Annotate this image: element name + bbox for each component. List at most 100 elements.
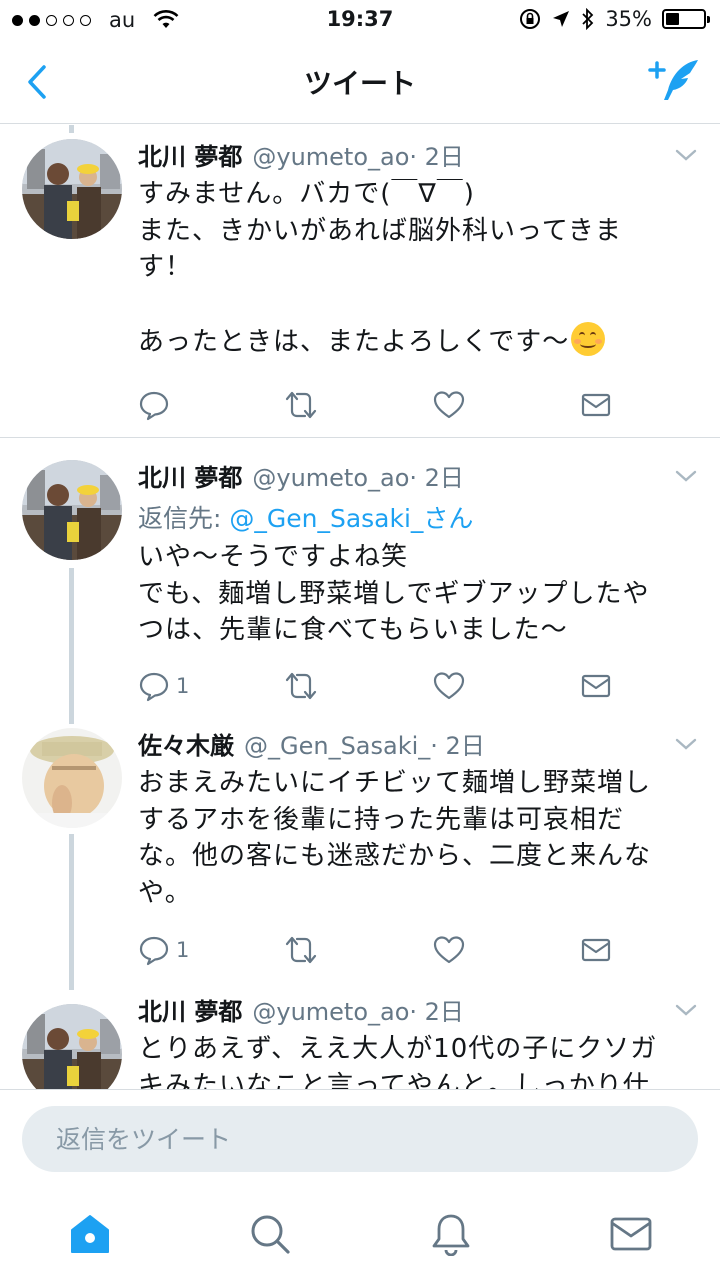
battery-percent: 35% [605,7,652,31]
retweet-button[interactable] [283,387,319,423]
user-handle[interactable]: @yumeto_ao [252,998,409,1026]
home-icon[interactable] [68,1212,112,1256]
tweet-content: 北川 夢都 @yumeto_ao · 2日 とりあえず、ええ大人が10代の子にク… [138,992,700,1089]
messages-icon[interactable] [609,1212,653,1256]
tab-bar [0,1190,720,1280]
retweet-icon [285,936,317,964]
retweet-button[interactable] [283,668,319,704]
tweet-line [138,286,700,323]
reply-button[interactable]: 1 [138,668,189,704]
reply-icon [139,391,169,421]
tweet-content: 北川 夢都 @yumeto_ao · 2日 すみません。バカで(￣∇￣) また、… [138,137,700,361]
reply-icon [139,672,169,702]
search-icon[interactable] [248,1212,292,1256]
tweet-line: するアホを後輩に持った先輩は可哀相だ [138,804,625,835]
tweet-time[interactable]: · 2日 [430,726,485,761]
tweet-time[interactable]: · 2日 [409,458,464,493]
location-arrow-icon [553,11,570,27]
user-handle[interactable]: @_Gen_Sasaki_ [244,732,430,760]
tweet-content: 佐々木厳 @_Gen_Sasaki_ · 2日 おまえみたいにイチビッて麺増し野… [138,726,700,911]
thread-line [69,125,74,133]
tweet-line-text: あったときは、またよろしくです〜 [138,327,570,357]
tweet-text: とりあえず、ええ大人が10代の子にクソガ キみたいなこと言ってやんと。しっかり仕 [138,1031,700,1089]
tweet-header: 北川 夢都 @yumeto_ao · 2日 [138,992,700,1027]
like-button[interactable] [433,387,465,423]
thread-line [69,568,74,720]
avatar[interactable] [22,1004,122,1089]
chevron-down-icon[interactable] [674,468,698,484]
reply-bar [0,1089,720,1189]
retweet-icon [285,391,317,419]
avatar-image-icon [22,728,122,828]
reply-count: 1 [176,938,190,962]
display-name[interactable]: 北川 夢都 [138,992,242,1027]
tweet-line: つは、先輩に食べてもらいました〜 [138,615,568,645]
tweet-line: すみません。バカで(￣∇￣) [138,179,475,209]
tweet-time[interactable]: · 2日 [409,137,464,172]
thread-line [69,834,74,990]
like-button[interactable] [433,932,465,968]
avatar[interactable] [22,728,122,828]
tweet-header: 北川 夢都 @yumeto_ao · 2日 [138,137,700,172]
avatar-image-icon [22,460,122,560]
tweet-time[interactable]: · 2日 [409,992,464,1027]
retweet-button[interactable] [283,932,319,968]
tweet-line: でも、麺増し野菜増しでギブアップしたや [138,578,650,609]
display-name[interactable]: 北川 夢都 [138,137,242,172]
envelope-icon [581,674,611,698]
chevron-down-icon[interactable] [674,147,698,163]
status-bar: au 19:37 35% [0,0,720,40]
tweet-line: また、きかいがあれば脳外科いってきま [138,215,622,246]
tweet-line: いや〜そうですよね笑 [138,542,409,572]
reply-count: 1 [176,674,190,698]
avatar[interactable] [22,139,122,239]
retweet-icon [285,672,317,700]
mention-link[interactable]: @_Gen_Sasaki_さん [229,504,473,533]
tweet-actions [138,387,638,423]
tweet-content: 北川 夢都 @yumeto_ao · 2日 返信先: @_Gen_Sasaki_… [138,458,700,649]
direct-message-button[interactable] [580,387,612,423]
notifications-icon[interactable] [429,1212,473,1256]
user-handle[interactable]: @yumeto_ao [252,143,409,171]
tweet-actions: 1 [138,668,638,704]
chevron-down-icon[interactable] [674,1002,698,1018]
reply-tweet-input[interactable] [22,1106,698,1172]
tweet-line: す！ [138,252,193,282]
envelope-icon [581,393,611,417]
user-handle[interactable]: @yumeto_ao [252,464,409,492]
battery-icon [662,9,710,29]
reply-context: 返信先: @_Gen_Sasaki_さん [138,499,700,535]
chevron-down-icon[interactable] [674,736,698,752]
heart-icon [433,936,465,964]
reply-button[interactable]: 1 [138,932,189,968]
tweet-timeline[interactable]: 北川 夢都 @yumeto_ao · 2日 すみません。バカで(￣∇￣) また、… [0,125,720,1089]
tweet[interactable]: 佐々木厳 @_Gen_Sasaki_ · 2日 おまえみたいにイチビッて麺増し野… [0,720,720,990]
tweet-header: 佐々木厳 @_Gen_Sasaki_ · 2日 [138,726,700,761]
like-button[interactable] [433,668,465,704]
tweet-line: あったときは、またよろしくです〜 [138,322,700,361]
direct-message-button[interactable] [580,932,612,968]
avatar-image-icon [22,139,122,239]
compose-tweet-icon[interactable] [646,56,702,106]
display-name[interactable]: 北川 夢都 [138,458,242,493]
avatar[interactable] [22,460,122,560]
tweet[interactable]: 北川 夢都 @yumeto_ao · 2日 すみません。バカで(￣∇￣) また、… [0,125,720,438]
tweet-actions: 1 [138,932,638,968]
tweet[interactable]: 北川 夢都 @yumeto_ao · 2日 とりあえず、ええ大人が10代の子にク… [0,990,720,1089]
tweet-text: おまえみたいにイチビッて麺増し野菜増し するアホを後輩に持った先輩は可哀相だ な… [138,765,700,911]
avatar-image-icon [22,1004,122,1089]
tweet-text: いや〜そうですよね笑 でも、麺増し野菜増しでギブアップしたや つは、先輩に食べて… [138,539,700,649]
status-right: 35% [519,7,710,31]
envelope-icon [581,938,611,962]
tweet-line: おまえみたいにイチビッて麺増し野菜増し [138,768,652,798]
reply-to-label: 返信先: [138,504,230,533]
tweet-line: な。他の客にも迷惑だから、二度と来んな [138,841,652,871]
tweet-header: 北川 夢都 @yumeto_ao · 2日 [138,458,700,493]
direct-message-button[interactable] [580,668,612,704]
display-name[interactable]: 佐々木厳 [138,726,234,761]
heart-icon [433,391,465,419]
bluetooth-icon [582,8,594,30]
reply-icon [139,936,169,966]
reply-button[interactable] [138,387,170,423]
tweet[interactable]: 北川 夢都 @yumeto_ao · 2日 返信先: @_Gen_Sasaki_… [0,438,720,720]
